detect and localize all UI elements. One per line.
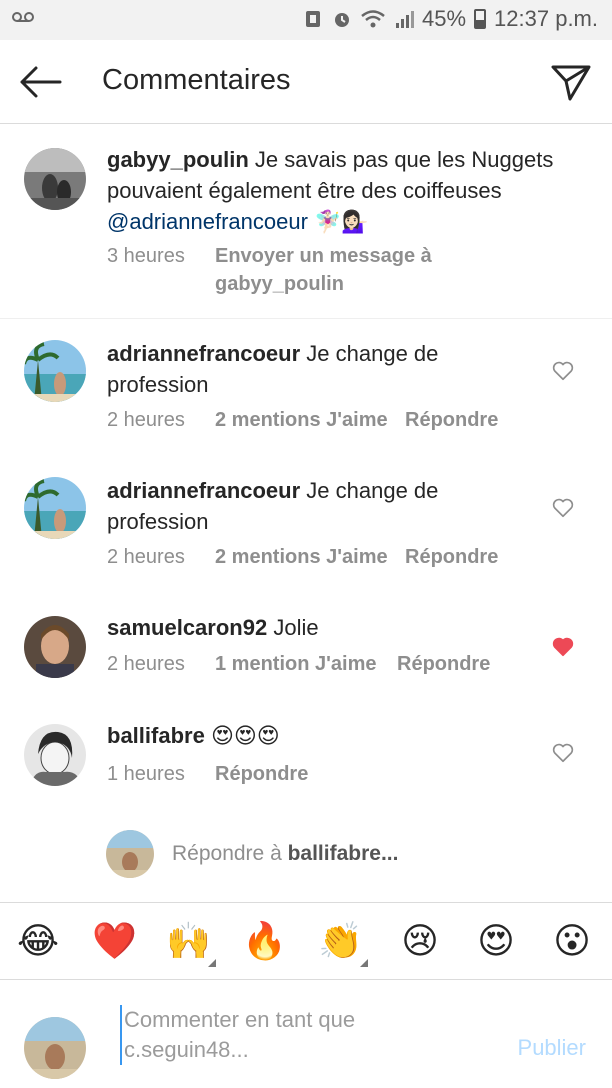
- avatar: [24, 1017, 86, 1079]
- reply-prefix: Répondre à: [172, 842, 282, 865]
- comment-username[interactable]: ballifabre: [107, 723, 205, 748]
- comment-body: 😍😍😍: [210, 723, 280, 748]
- comment-username[interactable]: adriannefrancoeur: [107, 478, 300, 503]
- comment-emoji: 🧚🏻‍♀️💁🏻‍♀️: [314, 209, 369, 234]
- like-heart-icon[interactable]: [552, 497, 574, 519]
- avatar[interactable]: [24, 616, 86, 678]
- comment-username[interactable]: adriannefrancoeur: [107, 341, 300, 366]
- comment-input-placeholder-line1: Commenter en tant que: [124, 1007, 356, 1032]
- comment-composer: Commenter en tant que c.seguin48... Publ…: [0, 981, 612, 1088]
- reply-to-label: Répondre à ballifabre...: [172, 842, 398, 866]
- direct-send-icon[interactable]: [550, 62, 592, 102]
- wifi-icon: [360, 9, 386, 29]
- emoji-fire[interactable]: 🔥: [242, 919, 287, 963]
- emoji-clapping-hands-glyph: 👏: [318, 920, 363, 961]
- avatar[interactable]: [24, 724, 86, 786]
- comment-time: 2 heures: [107, 653, 185, 675]
- reply-target: ballifabre...: [287, 842, 399, 865]
- comment-text: ballifabre 😍😍😍: [107, 720, 487, 751]
- avatar[interactable]: [24, 148, 86, 210]
- comment-input-placeholder-line2: c.seguin48...: [124, 1037, 249, 1062]
- comment-username[interactable]: gabyy_poulin: [107, 147, 249, 172]
- emoji-raised-hands[interactable]: 🙌: [166, 919, 216, 967]
- comment-time: 2 heures: [107, 409, 185, 431]
- alarm-icon: [332, 9, 352, 29]
- emoji-heart[interactable]: ❤️: [92, 919, 137, 963]
- comment-input[interactable]: Commenter en tant que c.seguin48...: [120, 1005, 440, 1065]
- likes-count[interactable]: 2 mentions J'aime: [215, 406, 388, 434]
- comment-item: gabyy_poulin Je savais pas que les Nugge…: [0, 124, 612, 318]
- battery-percent: 45%: [422, 6, 467, 31]
- comment-item: ballifabre 😍😍😍 1 heures Répondre: [0, 700, 612, 810]
- liked-heart-icon[interactable]: [552, 636, 574, 658]
- publish-button[interactable]: Publier: [518, 1035, 586, 1061]
- emoji-raised-hands-glyph: 🙌: [166, 920, 211, 961]
- skin-tone-indicator-icon: [208, 959, 216, 967]
- signal-icon: [394, 9, 414, 29]
- likes-count[interactable]: 2 mentions J'aime: [215, 543, 388, 571]
- likes-count[interactable]: 1 mention J'aime: [215, 650, 376, 678]
- comment-time: 1 heures: [107, 763, 185, 785]
- like-heart-icon[interactable]: [552, 742, 574, 764]
- comment-body: Jolie: [273, 615, 319, 640]
- comment-text: adriannefrancoeur Je change de professio…: [107, 338, 487, 400]
- emoji-clapping-hands[interactable]: 👏: [318, 919, 368, 967]
- comment-text: adriannefrancoeur Je change de professio…: [107, 475, 487, 537]
- reply-button[interactable]: Répondre: [405, 543, 498, 571]
- avatar[interactable]: [24, 477, 86, 539]
- battery-icon: [474, 9, 487, 29]
- comment-item: adriannefrancoeur Je change de professio…: [0, 318, 612, 454]
- voicemail-icon: [12, 8, 34, 29]
- status-bar: 45% 12:37 p.m.: [0, 0, 612, 40]
- back-arrow-icon[interactable]: [18, 64, 62, 100]
- comment-item: samuelcaron92 Jolie 2 heures 1 mention J…: [0, 592, 612, 700]
- header: Commentaires: [0, 40, 612, 124]
- comment-mention[interactable]: @adriannefrancoeur: [107, 209, 308, 234]
- reply-button[interactable]: Répondre: [405, 406, 498, 434]
- comment-text: gabyy_poulin Je savais pas que les Nugge…: [107, 144, 577, 237]
- like-heart-icon[interactable]: [552, 360, 574, 382]
- reply-button[interactable]: Répondre: [215, 760, 308, 788]
- clock: 12:37 p.m.: [494, 6, 598, 31]
- emoji-heart-eyes[interactable]: 😍: [474, 919, 518, 963]
- page-title: Commentaires: [102, 64, 291, 96]
- reply-to-row[interactable]: Répondre à ballifabre...: [106, 828, 586, 880]
- battery-saver-icon: [304, 9, 324, 29]
- comment-text: samuelcaron92 Jolie: [107, 612, 487, 643]
- comment-time: 2 heures: [107, 546, 185, 568]
- skin-tone-indicator-icon: [360, 959, 368, 967]
- emoji-tears-of-joy[interactable]: 😂: [16, 919, 60, 963]
- emoji-quick-bar: 😂 ❤️ 🙌 🔥 👏 😢 😍 😮: [0, 902, 612, 980]
- send-message-link[interactable]: Envoyer un message à gabyy_poulin: [215, 242, 445, 298]
- avatar: [106, 830, 154, 878]
- comment-item: adriannefrancoeur Je change de professio…: [0, 455, 612, 591]
- avatar[interactable]: [24, 340, 86, 402]
- emoji-surprised[interactable]: 😮: [550, 919, 594, 963]
- comment-time: 3 heures: [107, 245, 185, 267]
- comment-username[interactable]: samuelcaron92: [107, 615, 267, 640]
- reply-button[interactable]: Répondre: [397, 650, 490, 678]
- emoji-crying[interactable]: 😢: [398, 919, 442, 963]
